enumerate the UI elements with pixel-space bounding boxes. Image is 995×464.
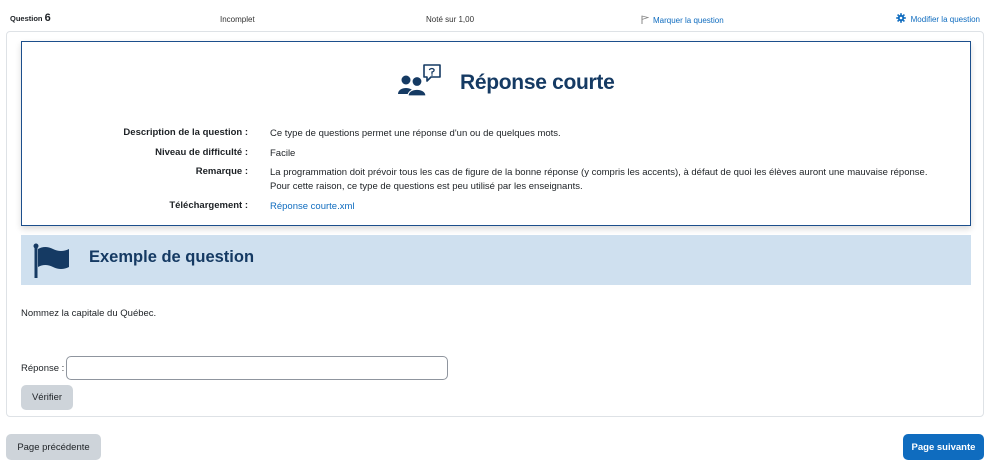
previous-page-button[interactable]: Page précédente [6,434,101,460]
gear-icon [895,13,906,25]
next-page-button[interactable]: Page suivante [903,434,984,460]
info-label: Description de la question : [123,127,248,138]
flag-banner-icon [33,243,71,284]
info-row-download: Téléchargement : Réponse courte.xml [22,200,970,220]
edit-question-label: Modifier la question [910,14,980,24]
info-box-header: Réponse courte [398,62,615,103]
example-banner: Exemple de question [21,235,971,285]
download-link[interactable]: Réponse courte.xml [270,201,354,212]
edit-question-link[interactable]: Modifier la question [895,13,980,25]
question-text: Nommez la capitale du Québec. [21,308,157,319]
remark-line-1: La programmation doit prévoir tous les c… [270,167,928,178]
info-box-title: Réponse courte [460,70,615,94]
answer-label: Réponse : [21,362,65,374]
users-chat-icon [398,62,442,103]
flag-question-label: Marquer la question [653,16,724,25]
question-grade: Noté sur 1,00 [426,15,475,24]
question-label: Question [10,14,43,23]
info-value: Ce type de questions permet une réponse … [270,128,561,139]
info-row-remark: Remarque : La programmation doit prévoir… [22,166,970,200]
remark-line-2: Pour cette raison, ce type de questions … [270,181,583,192]
question-number: Question 6 [10,12,51,24]
info-value: La programmation doit prévoir tous les c… [270,166,960,194]
question-type-info-box: Réponse courte Description de la questio… [21,41,971,226]
check-button[interactable]: Vérifier [21,385,73,410]
info-rows: Description de la question : Ce type de … [22,127,970,220]
question-state: Incomplet [220,15,255,24]
info-row-description: Description de la question : Ce type de … [22,127,970,147]
info-label: Téléchargement : [169,200,248,211]
info-row-difficulty: Niveau de difficulté : Facile [22,147,970,167]
question-number-value: 6 [44,12,51,24]
info-value: Facile [270,147,296,159]
info-value: Réponse courte.xml [270,200,960,214]
question-content: Réponse courte Description de la questio… [6,31,984,417]
answer-row: Réponse : [21,356,449,380]
answer-input[interactable] [66,356,449,380]
flag-question-link[interactable]: Marquer la question [641,15,724,26]
info-label: Niveau de difficulté : [155,146,248,158]
question-info-bar: Question 6 Incomplet Noté sur 1,00 Marqu… [0,0,995,30]
example-title: Exemple de question [89,248,255,266]
flag-icon [641,15,650,26]
info-label: Remarque : [195,166,248,177]
